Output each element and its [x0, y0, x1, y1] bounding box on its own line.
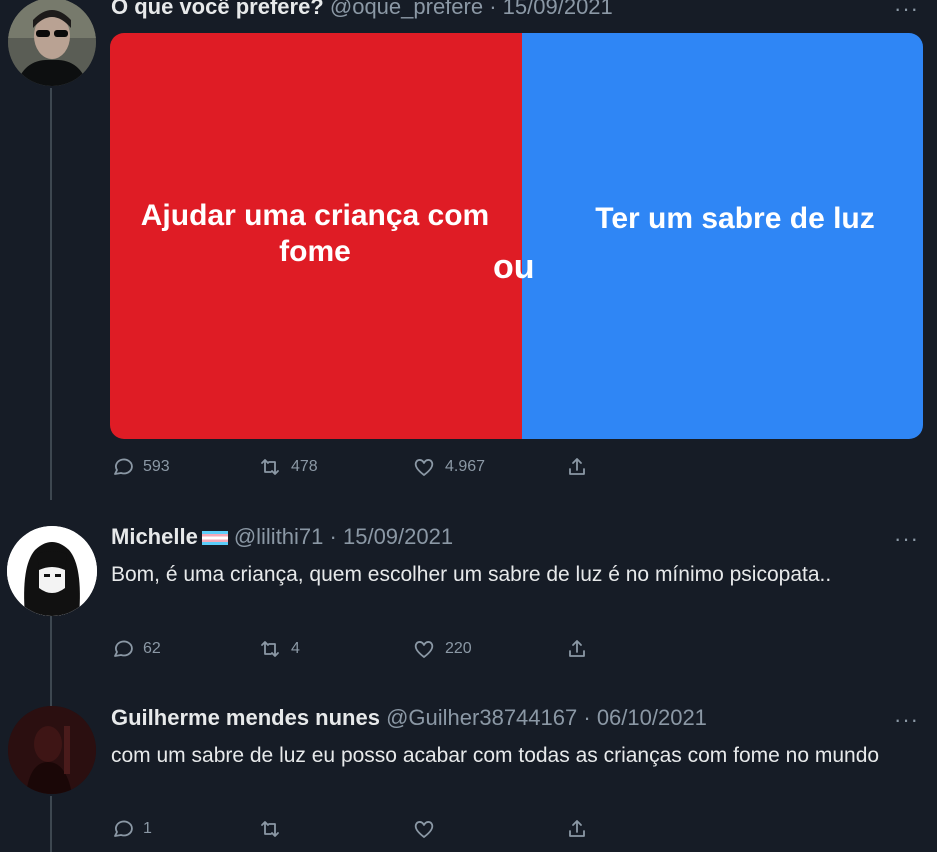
- separator-dot: ·: [329, 524, 337, 549]
- reply-count: 62: [143, 640, 161, 657]
- more-icon[interactable]: ···: [894, 528, 919, 550]
- tweet-text: Bom, é uma criança, quem escolher um sab…: [111, 563, 832, 586]
- like-count: 220: [445, 640, 472, 657]
- retweet-button[interactable]: 4: [258, 637, 300, 661]
- tweet-date[interactable]: 15/09/2021: [503, 0, 613, 19]
- separator-dot: ·: [489, 0, 497, 19]
- tweet-text: com um sabre de luz eu posso acabar com …: [111, 744, 880, 767]
- action-bar: 1: [110, 817, 590, 847]
- share-button[interactable]: [565, 817, 589, 841]
- like-button[interactable]: [412, 817, 436, 841]
- display-name[interactable]: Michelle: [111, 524, 198, 549]
- action-bar: 62 4 220: [110, 637, 590, 667]
- handle[interactable]: @Guilher38744167: [386, 705, 577, 730]
- share-button[interactable]: [565, 455, 589, 479]
- separator-dot: ·: [583, 705, 591, 730]
- thread-line: [50, 616, 52, 706]
- trans-flag-icon: [201, 531, 228, 546]
- reply-count: 1: [143, 820, 152, 837]
- avatar-image: [7, 526, 97, 616]
- handle[interactable]: @oque_prefere: [330, 0, 483, 19]
- like-icon: [414, 641, 434, 658]
- retweet-button[interactable]: 478: [258, 455, 318, 479]
- share-icon: [569, 458, 585, 475]
- handle[interactable]: @lilithi71: [234, 524, 324, 549]
- right-option-text: Ter um sabre de luz: [595, 202, 875, 235]
- like-button[interactable]: 220: [412, 637, 472, 661]
- share-icon: [569, 640, 585, 657]
- retweet-icon: [261, 821, 279, 837]
- avatar-image: [8, 0, 96, 86]
- avatar[interactable]: [8, 706, 96, 794]
- retweet-icon: [261, 459, 279, 475]
- retweet-count: 478: [291, 458, 318, 475]
- more-icon[interactable]: ···: [894, 709, 919, 731]
- like-count: 4.967: [445, 458, 486, 475]
- thread-line: [50, 88, 52, 500]
- reply-button[interactable]: 1: [110, 817, 152, 841]
- avatar-image: [8, 706, 96, 794]
- share-button[interactable]: [565, 637, 589, 661]
- reply-icon: [114, 820, 133, 837]
- tweet-date[interactable]: 15/09/2021: [343, 524, 453, 549]
- retweet-button[interactable]: [258, 817, 282, 841]
- like-button[interactable]: 4.967: [412, 455, 485, 479]
- reply-button[interactable]: 62: [110, 637, 161, 661]
- avatar[interactable]: [7, 526, 97, 616]
- tweet-date[interactable]: 06/10/2021: [597, 705, 707, 730]
- retweet-count: 4: [291, 640, 300, 657]
- like-icon: [414, 459, 434, 476]
- display-name[interactable]: O que você prefere?: [111, 0, 324, 19]
- tweet-header: Guilherme mendes nunes @Guilher38744167 …: [111, 705, 707, 731]
- tweet-header: Michelle @lilithi71 · 15/09/2021: [111, 524, 453, 550]
- reply-button[interactable]: 593: [110, 455, 170, 479]
- more-icon[interactable]: ···: [894, 0, 919, 20]
- retweet-icon: [261, 641, 279, 657]
- separator-text: ou: [493, 248, 535, 286]
- left-option-text: Ajudar uma criança com fome: [140, 199, 490, 268]
- reply-count: 593: [143, 458, 170, 475]
- reply-icon: [114, 640, 133, 657]
- share-icon: [569, 820, 585, 837]
- like-icon: [414, 821, 434, 838]
- display-name[interactable]: Guilherme mendes nunes: [111, 705, 380, 730]
- action-bar: 593 478 4.967: [110, 455, 590, 485]
- tweet-header: O que você prefere? @oque_prefere · 15/0…: [111, 0, 613, 20]
- thread-line: [50, 796, 52, 852]
- reply-icon: [114, 458, 133, 475]
- tweet-image[interactable]: Ajudar uma criança com fome ou Ter um sa…: [110, 33, 923, 439]
- avatar[interactable]: [8, 0, 96, 86]
